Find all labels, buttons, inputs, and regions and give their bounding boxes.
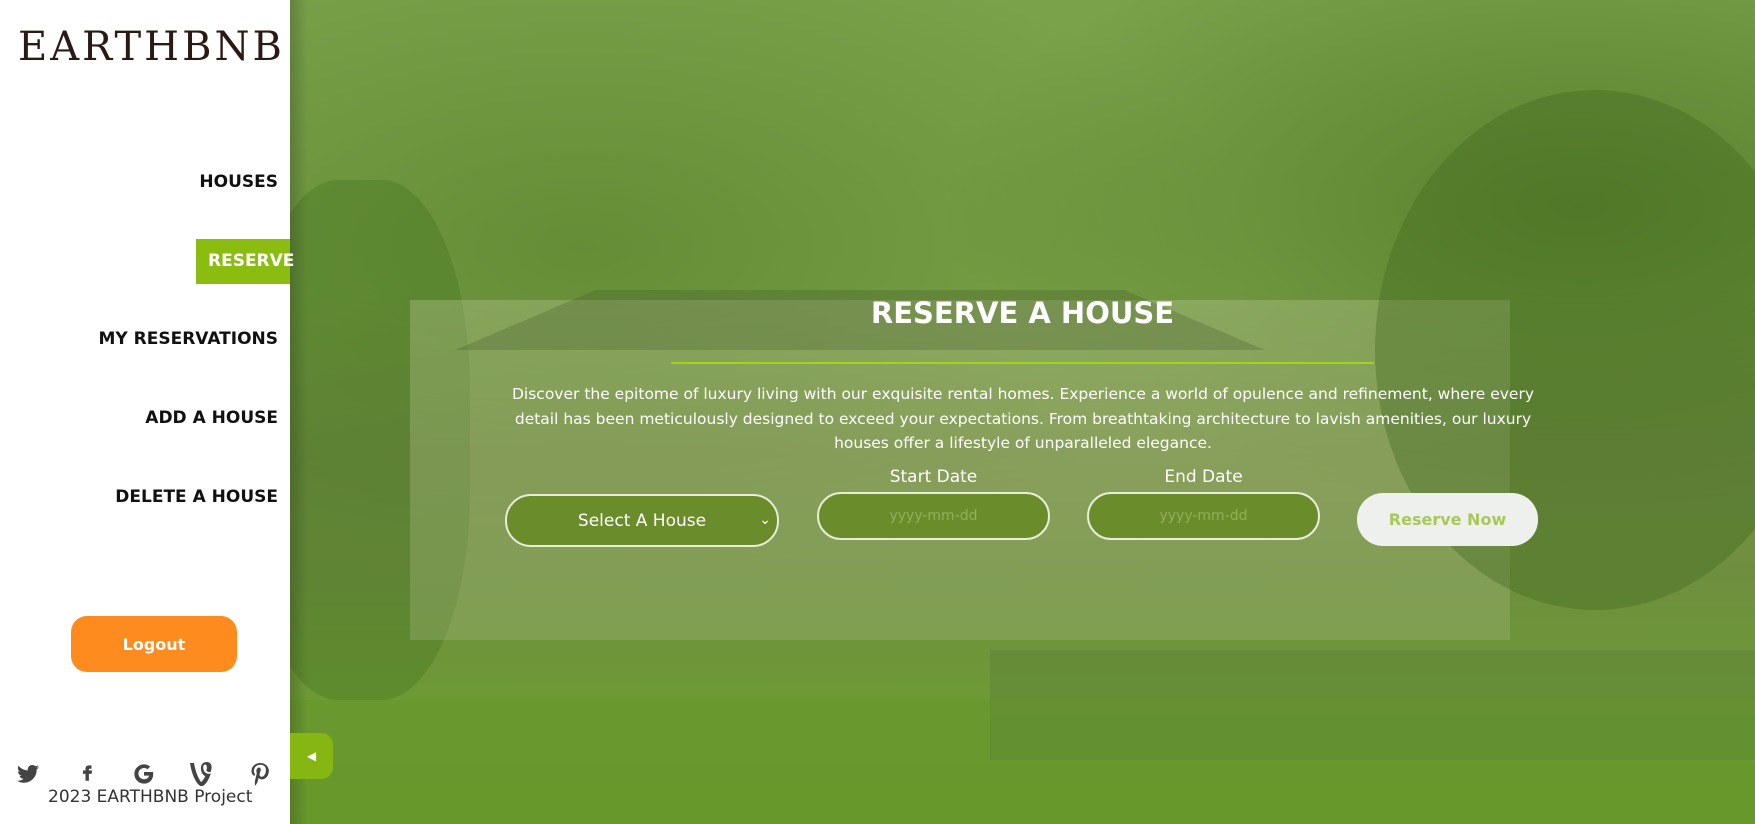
nav-item-houses[interactable]: HOUSES [199,172,290,192]
chevron-down-icon: ⌄ [759,512,771,528]
end-date-input[interactable]: yyyy-mm-dd [1087,492,1320,540]
main-content: RESERVE A HOUSE Discover the epitome of … [290,0,1755,824]
house-select-value: Select A House [577,510,707,531]
vine-icon[interactable] [190,762,248,786]
nav-item-add-house[interactable]: ADD A HOUSE [145,408,290,428]
nav-item-reserve[interactable]: RESERVE [196,239,294,284]
twitter-icon[interactable] [16,762,74,786]
nav-item-my-reservations[interactable]: MY RESERVATIONS [99,329,290,349]
pinterest-icon[interactable] [248,762,306,786]
sidebar-shadow [290,0,308,824]
background-lawn [290,700,1755,824]
page-title: RESERVE A HOUSE [870,296,1175,330]
google-icon[interactable] [132,762,190,786]
copyright-text: 2023 EARTHBNB Project [48,787,253,807]
start-date-label: Start Date [889,467,978,487]
page-description: Discover the epitome of luxury living wi… [511,385,1535,452]
social-links [16,762,306,786]
reserve-now-button[interactable]: Reserve Now [1357,493,1538,546]
logout-button[interactable]: Logout [71,616,237,672]
sidebar: EARTHBNB HOUSES RESERVE MY RESERVATIONS … [0,0,294,824]
caret-left-icon: ◀ [306,749,317,763]
title-divider [671,362,1374,364]
facebook-icon[interactable] [74,762,132,786]
brand-logo[interactable]: EARTHBNB [18,24,285,70]
nav-item-delete-house[interactable]: DELETE A HOUSE [115,487,290,507]
house-select[interactable]: Select A House ⌄ [505,494,779,547]
start-date-input[interactable]: yyyy-mm-dd [817,492,1050,540]
end-date-label: End Date [1164,467,1243,487]
